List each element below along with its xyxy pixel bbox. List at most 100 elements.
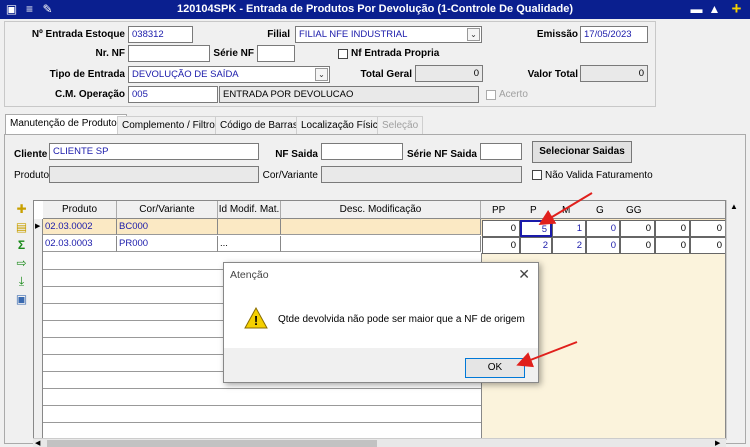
sum-icon[interactable]: Σ <box>14 238 29 253</box>
size-cell[interactable]: 2 <box>520 237 552 254</box>
table-cell[interactable] <box>281 219 481 235</box>
nr-entrada-label: Nº Entrada Estoque <box>31 29 125 40</box>
tipo-entrada-value: DEVOLUÇÃO DE SAÍDA <box>132 69 239 80</box>
minimize-icon[interactable]: ▬ <box>689 2 704 17</box>
nf-saida-label: NF Saida <box>275 149 318 160</box>
col-size-pp: PP <box>492 205 506 216</box>
vertical-scrollbar[interactable]: ▲ <box>726 200 741 440</box>
size-cell-focused[interactable]: 5 <box>520 220 552 237</box>
tab-manutencao-produtos[interactable]: Manutenção de Produtos <box>5 114 127 135</box>
col-id-modif[interactable]: Id Modif. Mat. <box>218 201 281 219</box>
serie-nf-saida-field[interactable] <box>480 143 522 160</box>
emissao-label: Emissão <box>536 29 578 40</box>
import-icon[interactable]: ⇨ <box>14 256 29 271</box>
scroll-thumb[interactable] <box>47 440 377 447</box>
table-cell[interactable] <box>218 219 281 235</box>
nao-valida-faturamento-checkbox[interactable] <box>532 170 542 180</box>
filial-value: FILIAL NFE INDUSTRIAL <box>299 29 408 40</box>
col-cor-variante[interactable]: Cor/Variante <box>117 201 218 219</box>
dialog-title: Atenção <box>230 269 269 281</box>
valor-total-label: Valor Total <box>527 69 578 80</box>
nao-valida-faturamento-label: Não Valida Faturamento <box>545 170 653 181</box>
cliente-label: Cliente <box>14 149 48 160</box>
scroll-up-icon[interactable]: ▲ <box>730 202 738 211</box>
move-down-icon[interactable]: ⤓ <box>14 274 29 289</box>
acerto-label: Acerto <box>499 89 528 100</box>
cm-operacao-desc-field: ENTRADA POR DEVOLUCAO <box>219 86 479 103</box>
add-row-icon[interactable]: ✚ <box>14 202 29 217</box>
cor-variante-field <box>321 166 522 183</box>
produto-label: Produto <box>14 170 50 181</box>
cliente-field[interactable]: CLIENTE SP <box>49 143 259 160</box>
serie-nf-field[interactable] <box>257 45 295 62</box>
size-cell[interactable]: 0 <box>586 237 620 254</box>
attention-dialog: Atenção ✕ ! Qtde devolvida não pode ser … <box>223 262 539 383</box>
size-cell[interactable]: 2 <box>552 237 586 254</box>
tab-complemento-filtros[interactable]: Complemento / Filtros <box>117 116 225 134</box>
cm-operacao-label: C.M. Operação <box>54 89 125 100</box>
size-cell[interactable]: 0 <box>690 237 725 254</box>
total-geral-label: Total Geral <box>360 69 413 80</box>
size-cell[interactable]: 0 <box>690 220 725 237</box>
add-icon[interactable]: + <box>729 0 744 17</box>
tab-selecao[interactable]: Seleção <box>377 116 424 134</box>
title-bar: ▣ ≡ ✎ 120104SPK - Entrada de Produtos Po… <box>0 0 750 19</box>
col-size-m: M <box>562 205 571 216</box>
scroll-left-icon[interactable]: ◀ <box>35 439 40 447</box>
col-size-g: G <box>596 205 604 216</box>
horizontal-scrollbar[interactable]: ◀ ▶ <box>33 438 726 447</box>
table-row[interactable]: 02.03.0002 <box>43 219 117 235</box>
table-cell[interactable] <box>281 236 481 252</box>
nr-nf-field[interactable] <box>128 45 210 62</box>
cor-variante-label: Cor/Variante <box>262 170 318 181</box>
selecionar-saidas-button[interactable]: Selecionar Saidas <box>532 141 632 163</box>
emissao-field[interactable]: 17/05/2023 <box>580 26 648 43</box>
current-row-icon: ▶ <box>35 223 41 230</box>
nf-entrada-propria-checkbox[interactable] <box>338 49 348 59</box>
cm-operacao-code-field[interactable]: 005 <box>128 86 218 103</box>
filial-label: Filial <box>267 29 290 40</box>
size-cell[interactable]: 0 <box>620 237 655 254</box>
nf-entrada-propria-label: Nf Entrada Propria <box>351 48 440 59</box>
col-desc-modificacao[interactable]: Desc. Modificação <box>281 201 481 219</box>
total-geral-field: 0 <box>415 65 483 82</box>
tab-localizacao-fisica[interactable]: Localização Física <box>296 116 389 134</box>
table-cell[interactable]: BC000 <box>117 219 218 235</box>
size-cell[interactable]: 0 <box>482 220 520 237</box>
size-cell[interactable]: 1 <box>552 220 586 237</box>
nr-entrada-field[interactable]: 038312 <box>128 26 193 43</box>
size-cell[interactable]: 0 <box>655 237 690 254</box>
acerto-checkbox[interactable] <box>486 90 496 100</box>
serie-nf-label: Série NF <box>213 48 254 59</box>
delete-row-icon[interactable]: ▤ <box>14 220 29 235</box>
scroll-right-icon[interactable]: ▶ <box>715 439 720 447</box>
tipo-entrada-select[interactable]: DEVOLUÇÃO DE SAÍDA ⌄ <box>128 66 330 83</box>
table-cell[interactable]: ... <box>218 236 281 252</box>
row-indicator-column <box>34 219 43 439</box>
chevron-down-icon[interactable]: ⌄ <box>315 68 328 81</box>
table-row[interactable]: 02.03.0003 <box>43 236 117 252</box>
serie-nf-saida-label: Série NF Saida <box>406 149 477 160</box>
maximize-icon[interactable]: ▲ <box>707 2 722 17</box>
size-cell[interactable]: 0 <box>482 237 520 254</box>
nr-nf-label: Nr. NF <box>95 48 125 59</box>
col-produto[interactable]: Produto <box>43 201 117 219</box>
size-cell[interactable]: 0 <box>620 220 655 237</box>
size-cell[interactable]: 0 <box>586 220 620 237</box>
size-cell[interactable]: 0 <box>655 220 690 237</box>
ok-button[interactable]: OK <box>465 358 525 378</box>
svg-text:!: ! <box>254 313 258 328</box>
dialog-message: Qtde devolvida não pode ser maior que a … <box>278 314 525 325</box>
produto-field <box>49 166 259 183</box>
col-size-gg: GG <box>626 205 642 216</box>
chevron-down-icon[interactable]: ⌄ <box>467 28 480 41</box>
col-size-p: P <box>530 205 537 216</box>
warning-icon: ! <box>244 307 268 329</box>
table-cell[interactable]: PR000 <box>117 236 218 252</box>
nf-saida-field[interactable] <box>321 143 403 160</box>
image-icon[interactable]: ▣ <box>14 292 29 307</box>
tab-codigo-barras[interactable]: Código de Barras <box>215 116 303 134</box>
valor-total-field: 0 <box>580 65 648 82</box>
filial-select[interactable]: FILIAL NFE INDUSTRIAL ⌄ <box>295 26 482 43</box>
close-icon[interactable]: ✕ <box>518 266 530 283</box>
